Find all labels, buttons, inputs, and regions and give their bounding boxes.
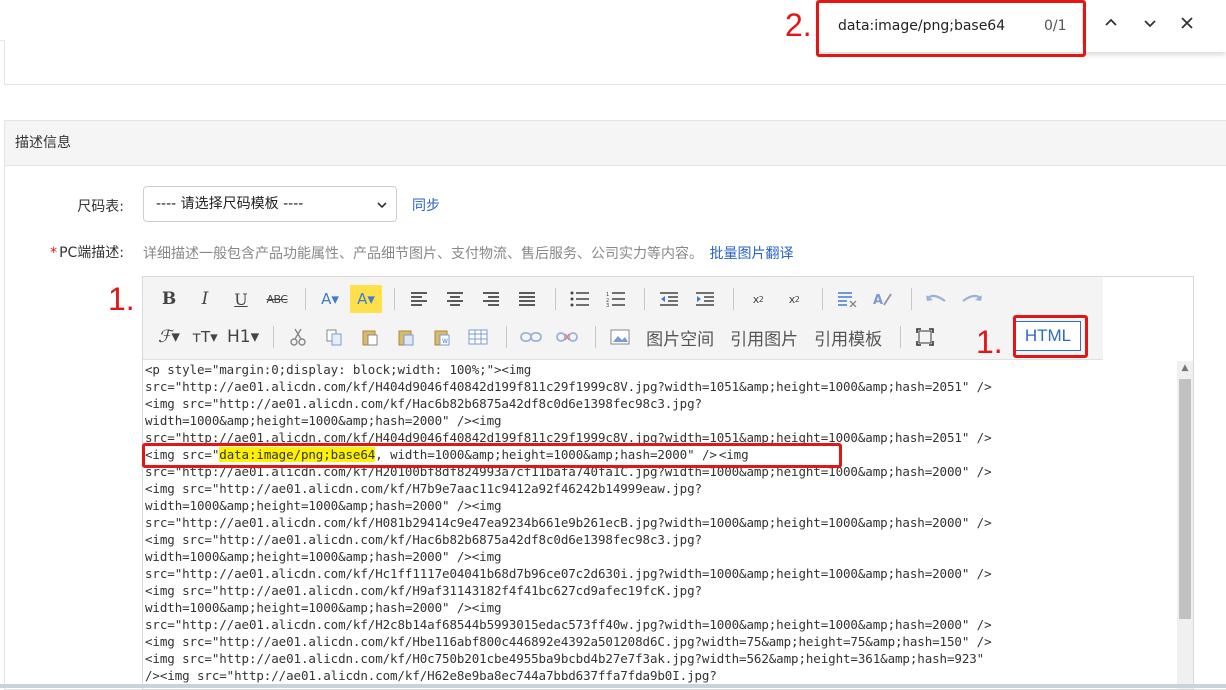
code-line: <img src="http://ae01.alicdn.com/kf/H9af… [145,583,702,598]
base64-match-highlight: data:image/png;base64 [219,447,376,462]
svg-text:3: 3 [606,303,609,307]
numbered-list-icon[interactable]: 123 [600,285,632,313]
chevron-up-icon[interactable] [1100,14,1122,36]
copy-icon[interactable] [318,323,350,351]
bullet-list-icon[interactable] [564,285,596,313]
link-icon[interactable] [515,323,547,351]
align-center-icon[interactable] [439,285,471,313]
code-line: <img src="http://ae01.alicdn.com/kf/Hac6… [145,396,702,411]
code-line: <img src="http://ae01.alicdn.com/kf/Hbe1… [145,634,992,649]
find-bar: data:image/png;base64 0/1 [818,0,1226,52]
scroll-up-icon[interactable]: ▲ [1177,363,1193,373]
sync-link[interactable]: 同步 [412,195,440,215]
code-line: src="http://ae01.alicdn.com/kf/H404d9046… [145,430,992,445]
pc-description-label: * PC端描述: [50,245,124,261]
unlink-icon[interactable] [551,323,583,351]
code-line: <img src="http://ae01.alicdn.com/kf/H7b9… [145,481,702,496]
align-left-icon[interactable] [403,285,435,313]
code-line: width=1000&amp;height=1000&amp;hash=2000… [145,600,502,615]
toolbar-divider [822,288,823,310]
code-line: <img src="http://ae01.alicdn.com/kf/Hac6… [145,532,702,547]
cite-image-button[interactable]: 引用图片 [724,323,804,351]
fullscreen-icon[interactable] [909,323,941,351]
code-line: width=1000&amp;height=1000&amp;hash=2000… [145,413,502,428]
format-painter-icon[interactable]: A [867,285,899,313]
find-query-input[interactable]: data:image/png;base64 [838,18,1005,34]
redo-icon[interactable] [956,285,988,313]
code-line: <img src="data:image/png;base64, width=1… [145,447,749,462]
step-marker-1-toolbar: 1. [108,281,135,317]
size-template-value: ---- 请选择尺码模板 ---- [156,196,304,212]
chevron-down-icon [376,187,388,221]
underline-button[interactable]: U [225,285,257,313]
strikethrough-button[interactable]: ABC [261,285,293,313]
toolbar-divider [733,288,734,310]
bottom-scroll-indicator [0,684,1226,688]
toolbar-divider [506,326,508,348]
html-source-textarea[interactable]: <p style="margin:0;display: block;width:… [145,361,1173,689]
code-line: width=1000&amp;height=1000&amp;hash=2000… [145,498,502,513]
toolbar-divider [273,326,275,348]
font-size-button[interactable]: тT▾ [189,323,221,351]
size-chart-label: 尺码表: [77,199,124,215]
close-icon[interactable] [1176,14,1198,36]
italic-button[interactable]: I [189,285,221,313]
paste-icon[interactable] [354,323,386,351]
batch-translate-link[interactable]: 批量图片翻译 [709,246,793,262]
code-line: /><img src="http://ae01.alicdn.com/kf/H6… [145,668,717,683]
rich-text-editor: B I U ABC A▾ A▾ 123 x2 x2 A ℱ▾ тT▾ H1▾ W… [142,276,1194,690]
code-line: <p style="margin:0;display: block;width:… [145,362,532,377]
editor-scrollbar[interactable]: ▲ [1177,361,1193,689]
highlight-color-button[interactable]: A▾ [350,285,382,313]
find-divider [1082,8,1083,44]
toolbar-divider [555,288,556,310]
align-right-icon[interactable] [475,285,507,313]
code-line: src="http://ae01.alicdn.com/kf/H081b2941… [145,515,992,530]
chevron-down-icon[interactable] [1139,14,1161,36]
svg-text:W: W [442,338,448,345]
font-color-button[interactable]: A▾ [314,285,346,313]
table-icon[interactable] [462,323,494,351]
size-template-select[interactable]: ---- 请选择尺码模板 ---- [143,186,397,222]
code-line: src="http://ae01.alicdn.com/kf/H20100bf8… [145,464,992,479]
align-justify-icon[interactable] [511,285,543,313]
image-space-button[interactable]: 图片空间 [640,323,720,351]
superscript-button[interactable]: x2 [778,285,810,313]
code-line: <img src="http://ae01.alicdn.com/kf/H0c7… [145,651,985,666]
insert-image-icon[interactable] [604,323,636,351]
code-line: width=1000&amp;height=1000&amp;hash=2000… [145,549,502,564]
html-source-button[interactable]: HTML [1015,321,1081,351]
toolbar-divider [394,288,395,310]
clear-format-icon[interactable] [831,285,863,313]
step-marker-2: 2. [785,7,812,43]
cite-template-button[interactable]: 引用模板 [808,323,888,351]
toolbar-divider [595,326,597,348]
pc-description-hint: 详细描述一般包含产品功能属性、产品细节图片、支付物流、售后服务、公司实力等内容。… [143,246,794,262]
toolbar-divider [900,326,902,348]
code-line: src="http://ae01.alicdn.com/kf/H404d9046… [145,379,992,394]
undo-icon[interactable] [920,285,952,313]
find-match-count: 0/1 [1044,18,1067,34]
code-line: src="http://ae01.alicdn.com/kf/H2c8b14af… [145,617,992,632]
svg-text:A: A [873,293,883,307]
toolbar-divider [911,288,912,310]
toolbar-divider [644,288,645,310]
outdent-icon[interactable] [653,285,685,313]
font-family-button[interactable]: ℱ▾ [153,323,185,351]
step-marker-1-html: 1. [976,324,1003,360]
scrollbar-thumb[interactable] [1179,379,1191,619]
paste-word-icon[interactable]: W [426,323,458,351]
bold-button[interactable]: B [153,285,185,313]
section-title: 描述信息 [5,121,1226,166]
toolbar-divider [305,288,306,310]
paste-text-icon[interactable] [390,323,422,351]
heading-button[interactable]: H1▾ [225,323,261,351]
subscript-button[interactable]: x2 [742,285,774,313]
cut-icon[interactable] [282,323,314,351]
indent-icon[interactable] [689,285,721,313]
editor-toolbar: B I U ABC A▾ A▾ 123 x2 x2 A ℱ▾ тT▾ H1▾ W… [143,277,1103,360]
code-line: src="http://ae01.alicdn.com/kf/Hc1ff1117… [145,566,992,581]
